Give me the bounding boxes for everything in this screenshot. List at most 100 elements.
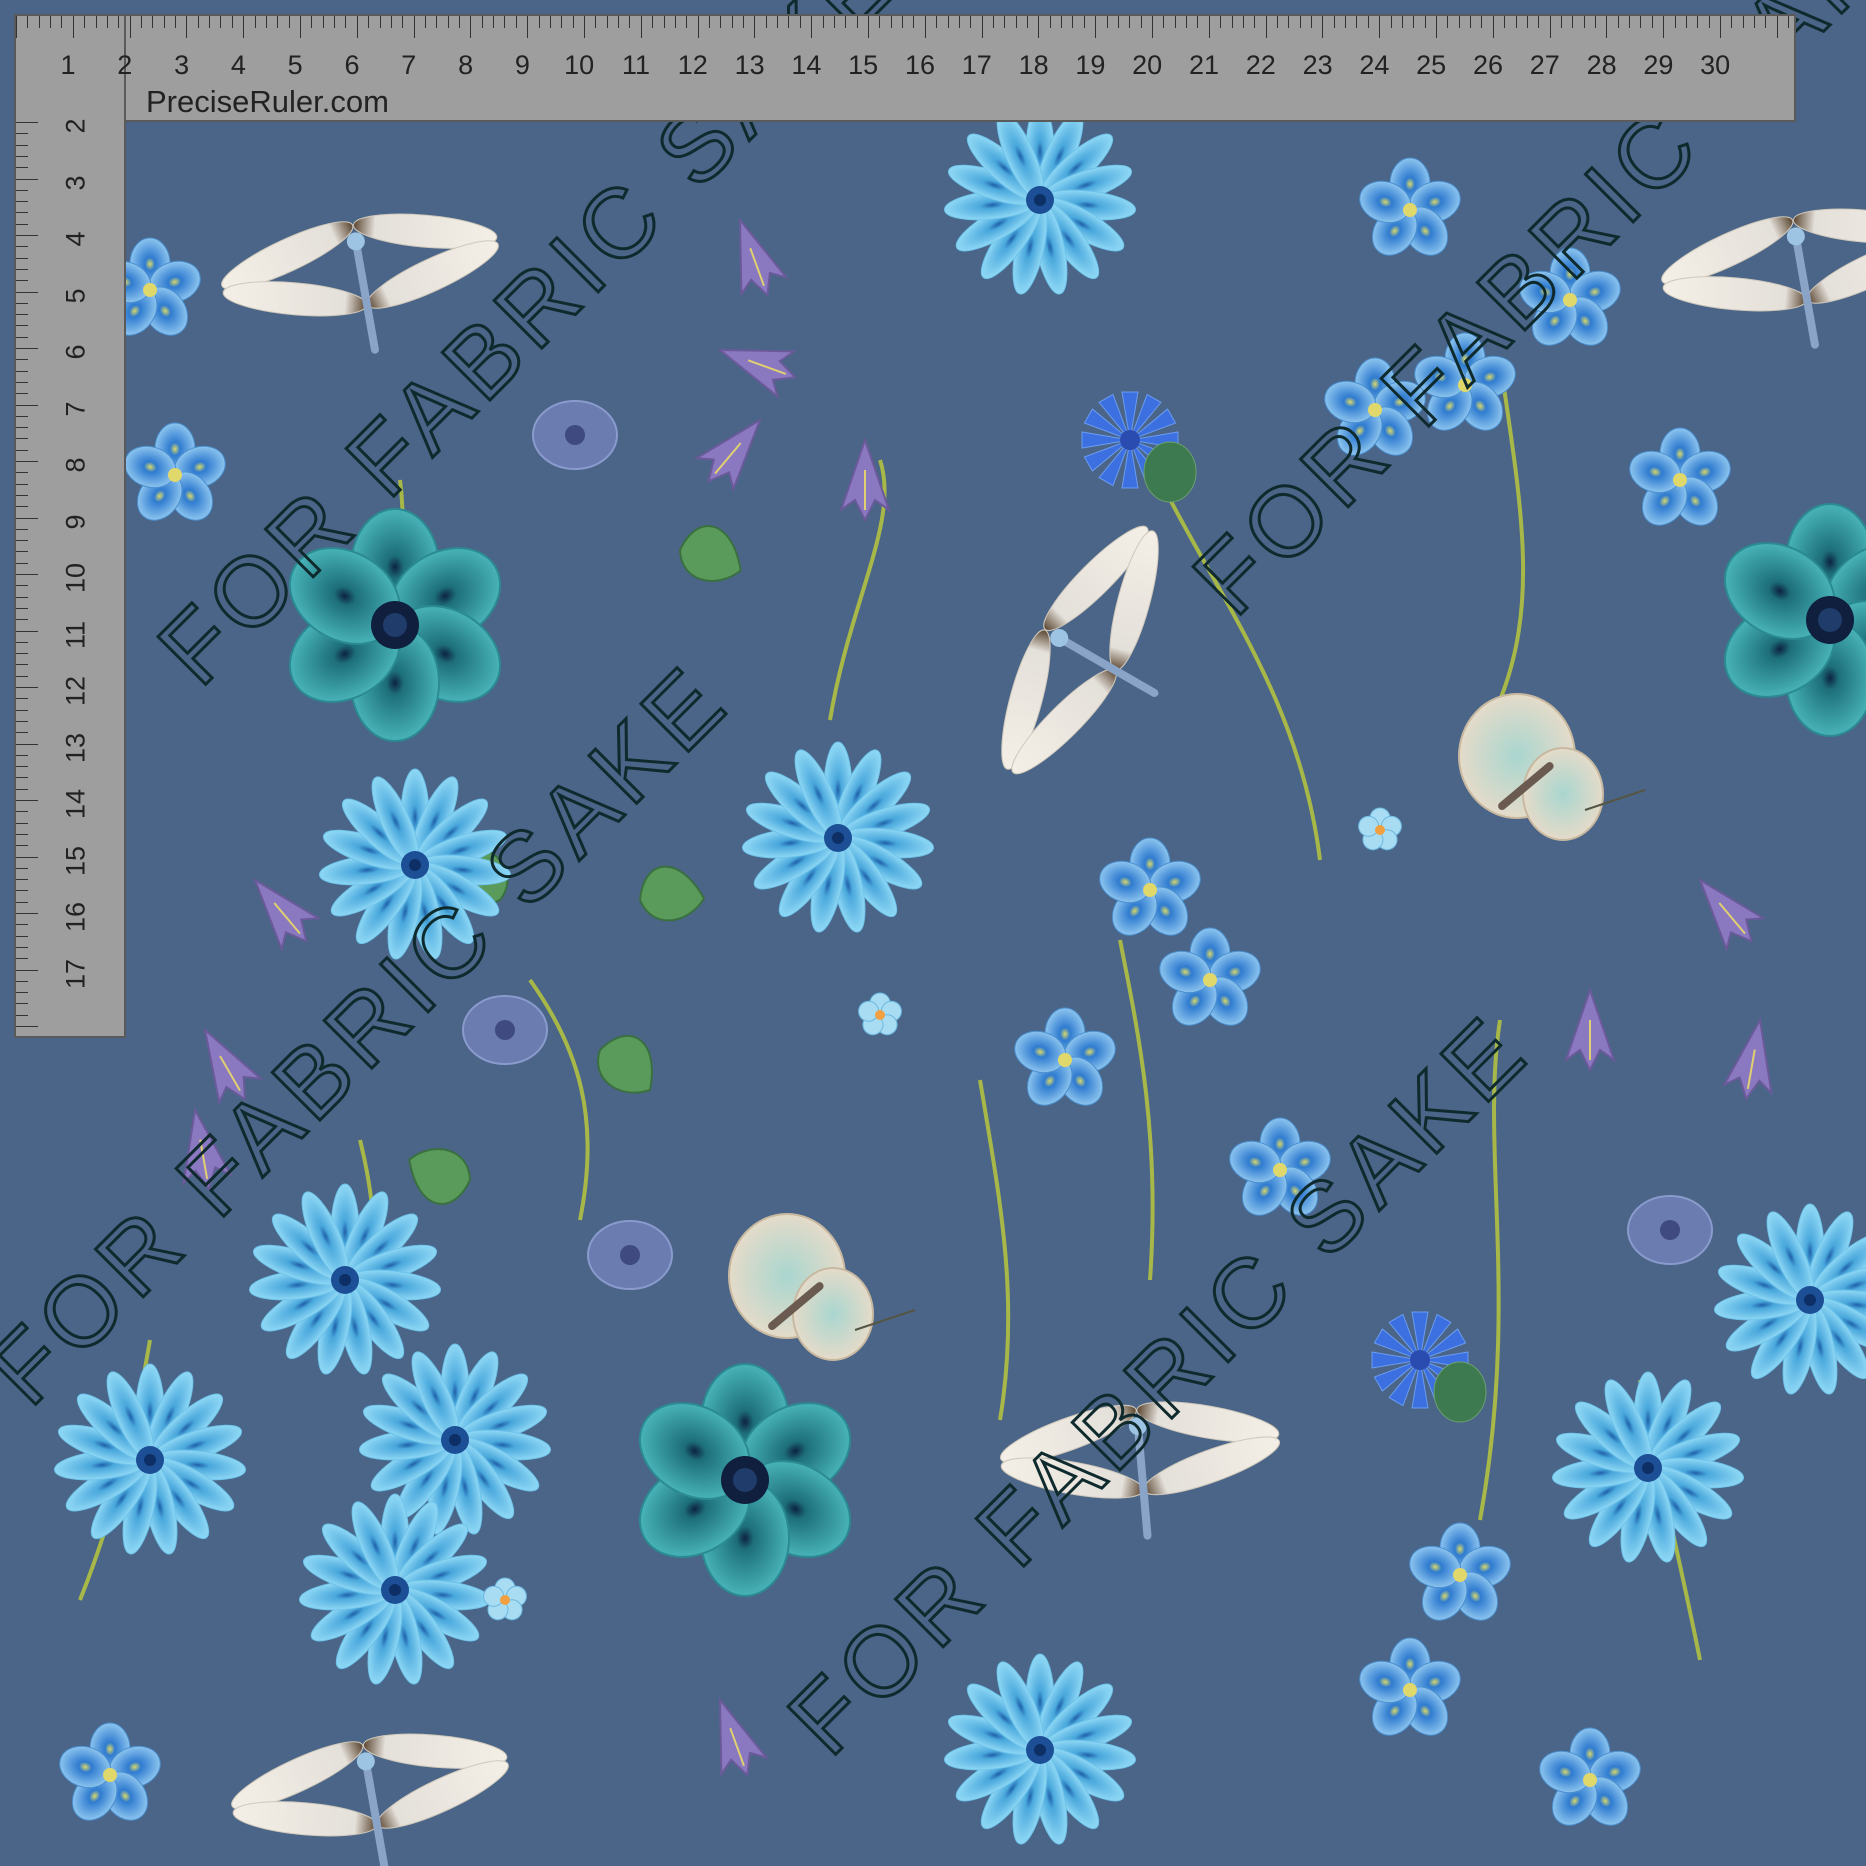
ruler-number-v: 14 xyxy=(60,788,91,820)
ruler-tick xyxy=(16,223,28,225)
ruler-tick xyxy=(152,16,154,28)
ruler-tick xyxy=(447,16,449,28)
ruler-tick xyxy=(606,16,608,28)
ruler-number-h: 22 xyxy=(1245,50,1276,80)
ruler-number-v: 10 xyxy=(60,562,91,594)
ruler-tick xyxy=(16,788,28,790)
ruler-tick xyxy=(777,16,779,28)
ruler-number-h: 4 xyxy=(230,50,246,80)
ruler-tick xyxy=(1447,16,1449,28)
ruler-tick xyxy=(720,16,722,28)
ruler-tick xyxy=(1208,16,1210,38)
ruler-tick xyxy=(1129,16,1131,28)
ruler-tick xyxy=(1629,16,1631,28)
ruler-tick xyxy=(220,16,222,28)
ruler-tick xyxy=(1197,16,1199,28)
ruler-tick xyxy=(1242,16,1244,28)
ruler-number-h: 28 xyxy=(1586,50,1617,80)
ruler-tick xyxy=(16,540,28,542)
ruler-tick xyxy=(16,336,28,338)
ruler-tick xyxy=(1049,16,1051,28)
ruler-tick xyxy=(16,1014,28,1016)
ruler-tick xyxy=(186,16,188,38)
ruler-tick xyxy=(16,359,28,361)
ruler-tick xyxy=(1072,16,1074,28)
ruler-tick xyxy=(368,16,370,28)
watermark: FOR FABRIC SAKE FOR FABRIC SAKE FOR FABR… xyxy=(0,0,1866,1776)
ruler-tick xyxy=(1061,16,1063,28)
ruler-tick xyxy=(1663,16,1665,38)
ruler-tick xyxy=(16,743,38,745)
ruler-number-h: 3 xyxy=(174,50,190,80)
ruler-tick xyxy=(1015,16,1017,28)
ruler-tick xyxy=(1595,16,1597,28)
ruler-tick xyxy=(1038,16,1040,38)
ruler-tick xyxy=(16,969,38,971)
ruler-tick xyxy=(322,16,324,28)
ruler-tick xyxy=(27,16,29,28)
ruler-tick xyxy=(16,574,38,575)
ruler-tick xyxy=(345,16,347,28)
ruler-tick xyxy=(16,212,28,214)
ruler-tick xyxy=(16,641,28,643)
ruler-tick xyxy=(16,438,28,440)
ruler-tick xyxy=(16,381,28,383)
ruler-brand: PreciseRuler.com xyxy=(146,84,389,119)
ruler-tick xyxy=(402,16,404,28)
ruler-tick xyxy=(16,325,28,327)
ruler-tick xyxy=(277,16,279,28)
ruler-tick xyxy=(879,16,881,28)
ruler-tick xyxy=(1322,16,1324,38)
ruler-tick xyxy=(1538,16,1540,28)
ruler-tick xyxy=(16,958,28,960)
ruler-tick xyxy=(1276,16,1278,28)
ruler-tick xyxy=(16,517,38,519)
ruler-tick xyxy=(652,16,654,28)
ruler-tick xyxy=(549,16,551,28)
ruler-tick xyxy=(1549,16,1551,38)
ruler-tick xyxy=(311,16,313,28)
ruler-tick xyxy=(16,449,28,451)
ruler-tick xyxy=(16,551,28,553)
ruler-tick xyxy=(1504,16,1506,28)
ruler-tick xyxy=(561,16,563,28)
ruler-tick xyxy=(1117,16,1119,28)
ruler-tick xyxy=(1606,16,1608,38)
ruler-tick xyxy=(129,16,131,38)
ruler-tick xyxy=(1458,16,1460,28)
ruler-tick xyxy=(1231,16,1233,28)
ruler-tick xyxy=(379,16,381,28)
ruler-tick xyxy=(61,16,63,28)
ruler-tick xyxy=(981,16,983,38)
ruler-tick xyxy=(16,664,28,666)
ruler-tick xyxy=(16,946,28,948)
ruler-number-h: 21 xyxy=(1188,50,1220,80)
ruler-number-h: 11 xyxy=(621,50,651,80)
ruler-tick xyxy=(902,16,904,28)
ruler-tick xyxy=(1720,16,1721,38)
ruler-tick xyxy=(175,16,177,28)
ruler-tick xyxy=(890,16,892,28)
ruler-tick xyxy=(1436,16,1437,38)
ruler-number-v: 12 xyxy=(60,675,91,707)
ruler-tick xyxy=(16,1003,28,1005)
ruler-tick xyxy=(16,867,28,869)
ruler-tick xyxy=(1288,16,1290,28)
ruler-tick xyxy=(118,16,120,28)
ruler-tick xyxy=(16,619,28,621)
ruler-tick xyxy=(1754,16,1756,28)
ruler-tick xyxy=(16,754,28,756)
ruler-tick xyxy=(16,698,28,700)
ruler-number-v: 17 xyxy=(60,958,91,989)
ruler-number-h: 13 xyxy=(734,50,765,80)
ruler-tick xyxy=(811,16,813,38)
ruler-tick xyxy=(16,291,38,293)
ruler-tick xyxy=(16,856,38,858)
ruler-number-h: 15 xyxy=(848,50,879,80)
ruler-tick xyxy=(1027,16,1029,28)
ruler-tick xyxy=(16,800,38,801)
ruler-tick xyxy=(16,720,28,722)
ruler-tick xyxy=(16,766,28,768)
ruler-tick xyxy=(436,16,438,28)
ruler-tick xyxy=(16,370,28,372)
